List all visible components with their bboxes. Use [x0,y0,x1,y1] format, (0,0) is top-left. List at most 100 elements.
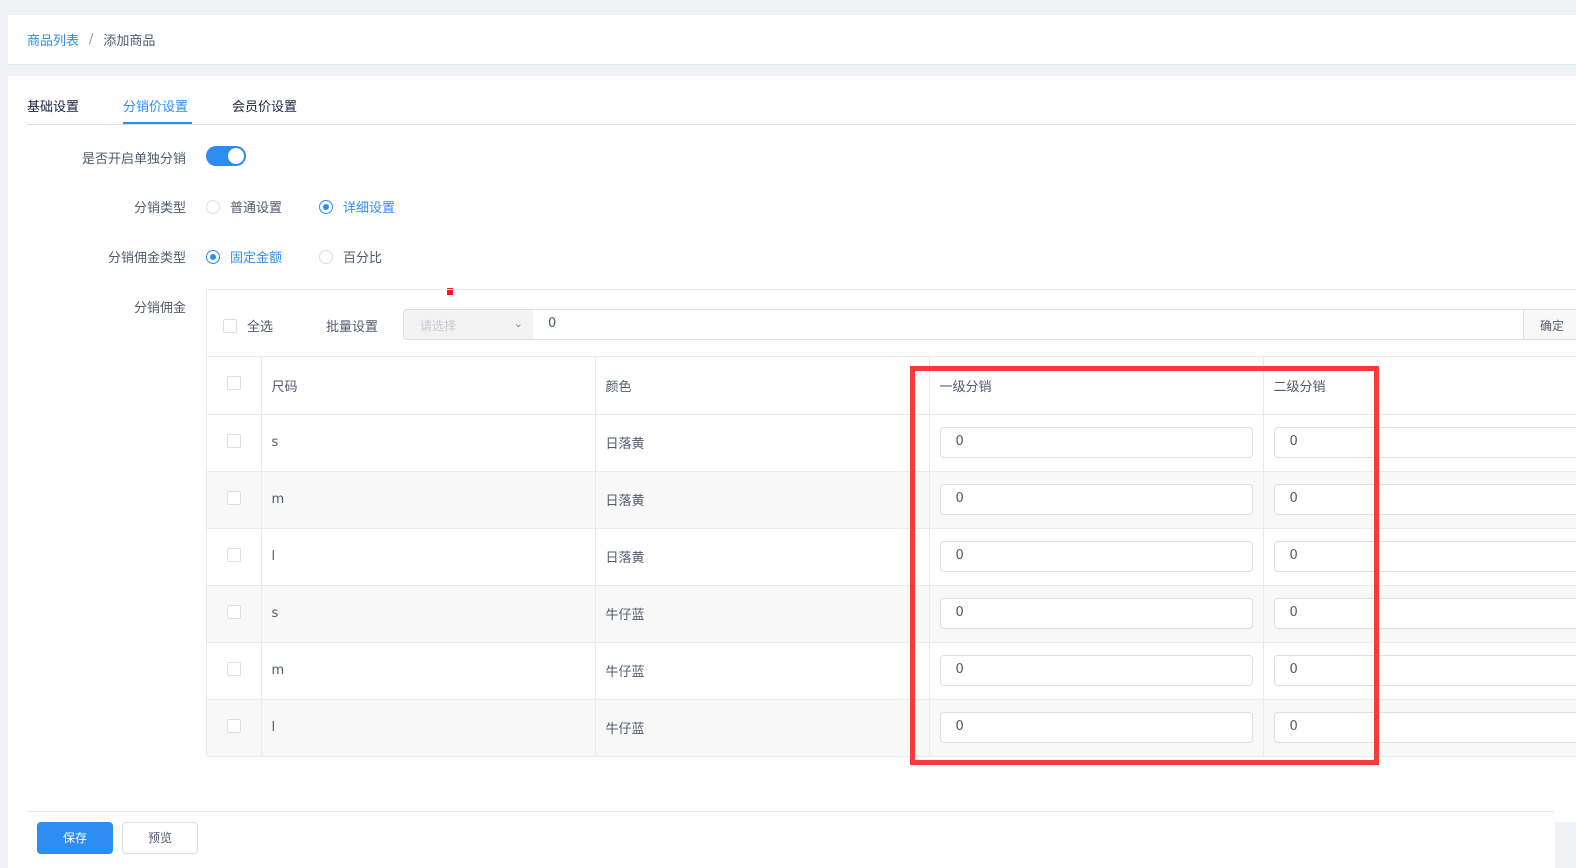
batch-value-input[interactable]: 0 [533,309,1524,340]
level2-input[interactable]: 0 [1273,484,1576,515]
row-checkbox-cell [207,699,262,757]
cell-level2: 0 [1263,699,1576,757]
cell-size: l [261,699,596,757]
radio-detail-setting[interactable]: 详细设置 [319,197,395,216]
level2-input[interactable]: 0 [1273,541,1576,572]
table-header-row: 尺码 颜色 一级分销 二级分销 [207,357,1576,415]
breadcrumb-separator: / [89,32,94,47]
tab-active-indicator [123,122,192,124]
radio-normal-setting[interactable]: 普通设置 [206,197,282,216]
table-row: s 日落黄 0 0 [207,414,1576,472]
cell-level1: 0 [929,699,1264,757]
row-checkbox-cell [207,471,262,529]
table-row: l 日落黄 0 0 [207,528,1576,586]
row-checkbox[interactable] [226,490,241,505]
header-color: 颜色 [595,357,930,415]
table-row: m 牛仔蓝 0 0 [207,642,1576,700]
level1-input[interactable]: 0 [939,541,1253,572]
cell-color: 日落黄 [595,528,930,586]
main-card: 基础设置 分销价设置 会员价设置 是否开启单独分销 分销类型 普通设置 详细设置… [8,76,1576,822]
header-level1: 一级分销 [929,357,1264,415]
header-checkbox-cell [207,357,262,415]
radio-circle [206,199,220,214]
select-all-checkbox[interactable]: 全选 [223,316,273,335]
cell-level2: 0 [1263,528,1576,586]
cell-size: m [261,471,596,529]
table-row: m 日落黄 0 0 [207,471,1576,529]
radio-percentage[interactable]: 百分比 [319,247,382,266]
level1-input[interactable]: 0 [939,427,1253,458]
sku-commission-table: 尺码 颜色 一级分销 二级分销 s 日落黄 0 0 m 日落黄 0 0 l 日落… [207,357,1576,757]
table-row: l 牛仔蓝 0 0 [207,699,1576,757]
batch-field-select[interactable]: 请选择 ⌄ [403,309,534,340]
radio-detail-setting-label: 详细设置 [343,201,396,216]
row-checkbox-cell [207,528,262,586]
switch-label: 是否开启单独分销 [81,152,186,167]
table-row: s 牛仔蓝 0 0 [207,585,1576,643]
cell-color: 牛仔蓝 [595,699,930,757]
header-checkbox[interactable] [226,376,241,391]
level1-input[interactable]: 0 [939,712,1253,743]
level1-input[interactable]: 0 [939,655,1253,686]
level1-input[interactable]: 0 [939,484,1253,515]
chevron-down-icon: ⌄ [513,317,523,330]
tab-distribution-price[interactable]: 分销价设置 [123,96,188,115]
cell-size: l [261,528,596,586]
radio-circle [319,199,333,214]
separate-distribution-switch[interactable] [206,146,246,166]
tab-member-price[interactable]: 会员价设置 [232,96,297,115]
preview-button[interactable]: 预览 [122,822,198,854]
select-all-label: 全选 [247,320,274,335]
batch-settings-label: 批量设置 [326,320,379,335]
cell-level2: 0 [1263,471,1576,529]
radio-fixed-amount[interactable]: 固定金额 [206,247,282,266]
footer-bar [8,822,1555,868]
cell-level1: 0 [929,642,1264,700]
cell-level2: 0 [1263,585,1576,643]
commission-label: 分销佣金 [133,301,186,316]
switch-knob [228,148,244,164]
radio-normal-setting-label: 普通设置 [230,201,283,216]
radio-fixed-amount-label: 固定金额 [230,251,283,266]
cell-size: m [261,642,596,700]
cell-color: 牛仔蓝 [595,642,930,700]
checkbox-box [223,318,237,333]
batch-confirm-button[interactable]: 确定 [1523,309,1576,340]
level1-input[interactable]: 0 [939,598,1253,629]
level2-input[interactable]: 0 [1273,427,1576,458]
cell-level1: 0 [929,471,1264,529]
cell-level1: 0 [929,414,1264,472]
breadcrumb-current: 添加商品 [103,34,156,49]
breadcrumb: 商品列表 / 添加商品 [27,30,155,49]
cell-color: 日落黄 [595,471,930,529]
radio-percentage-label: 百分比 [343,251,383,266]
tab-basic-settings[interactable]: 基础设置 [27,96,79,115]
row-checkbox[interactable] [226,718,241,733]
level2-input[interactable]: 0 [1273,712,1576,743]
cell-size: s [261,414,596,472]
radio-circle [319,249,333,264]
level2-input[interactable]: 0 [1273,598,1576,629]
commission-panel: 全选 批量设置 请选择 ⌄ 0 确定 尺码 颜色 一级分销 二级分销 s 日落黄… [206,289,1576,757]
row-checkbox-cell [207,585,262,643]
cell-level2: 0 [1263,642,1576,700]
commission-type-label: 分销佣金类型 [107,251,186,266]
batch-settings-row: 全选 批量设置 请选择 ⌄ 0 确定 [207,290,1576,357]
cell-size: s [261,585,596,643]
cell-level2: 0 [1263,414,1576,472]
row-checkbox[interactable] [226,433,241,448]
breadcrumb-card: 商品列表 / 添加商品 [8,15,1576,65]
tab-bar: 基础设置 分销价设置 会员价设置 [27,76,1576,125]
breadcrumb-link-product-list[interactable]: 商品列表 [27,30,79,49]
radio-circle [206,249,220,264]
row-checkbox[interactable] [226,661,241,676]
cell-level1: 0 [929,585,1264,643]
row-checkbox[interactable] [226,547,241,562]
header-size: 尺码 [261,357,596,415]
row-checkbox-cell [207,642,262,700]
level2-input[interactable]: 0 [1273,655,1576,686]
row-checkbox[interactable] [226,604,241,619]
cell-color: 日落黄 [595,414,930,472]
save-button[interactable]: 保存 [37,822,113,854]
footer-divider [27,811,1554,812]
